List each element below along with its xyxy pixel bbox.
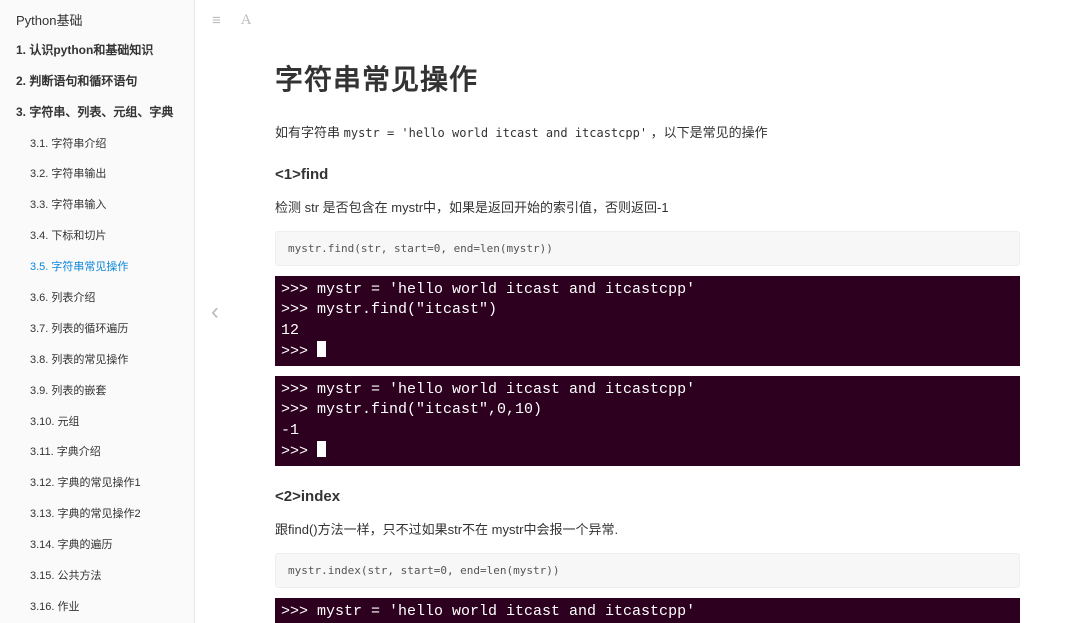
sidebar-section[interactable]: 3.10. 元组: [0, 407, 194, 438]
sidebar-chapter[interactable]: 3. 字符串、列表、元组、字典: [0, 97, 194, 128]
sidebar-section[interactable]: 3.1. 字符串介绍: [0, 129, 194, 160]
sidebar-section[interactable]: 3.5. 字符串常见操作: [0, 252, 194, 283]
gutter: ‹: [195, 0, 235, 623]
section-desc: 检测 str 是否包含在 mystr中，如果是返回开始的索引值，否则返回-1: [275, 197, 1020, 219]
intro-line: 如有字符串 mystr = 'hello world itcast and it…: [275, 122, 1020, 144]
sidebar-section[interactable]: 3.13. 字典的常见操作2: [0, 499, 194, 530]
syntax-block: mystr.index(str, start=0, end=len(mystr)…: [275, 553, 1020, 588]
syntax-block: mystr.find(str, start=0, end=len(mystr)): [275, 231, 1020, 266]
book-title: Python基础: [0, 0, 194, 35]
page-title: 字符串常见操作: [275, 58, 1020, 98]
terminal-output: >>> mystr = 'hello world itcast and itca…: [275, 376, 1020, 466]
sidebar-section[interactable]: 3.15. 公共方法: [0, 561, 194, 592]
main-content: 字符串常见操作 如有字符串 mystr = 'hello world itcas…: [235, 0, 1080, 623]
terminal-output: >>> mystr = 'hello world itcast and itca…: [275, 276, 1020, 366]
section-desc: 跟find()方法一样，只不过如果str不在 mystr中会报一个异常.: [275, 519, 1020, 541]
intro-pre: 如有字符串: [275, 125, 344, 140]
chevron-left-icon[interactable]: ‹: [211, 298, 219, 326]
sidebar-section[interactable]: 3.2. 字符串输出: [0, 159, 194, 190]
sidebar-section[interactable]: 3.16. 作业: [0, 592, 194, 623]
intro-post: ，以下是常见的操作: [647, 125, 768, 140]
sidebar-section[interactable]: 3.6. 列表介绍: [0, 283, 194, 314]
sidebar: Python基础 1. 认识python和基础知识2. 判断语句和循环语句3. …: [0, 0, 195, 623]
section-heading: <2>index: [275, 488, 1020, 505]
sidebar-section[interactable]: 3.9. 列表的嵌套: [0, 376, 194, 407]
sidebar-section[interactable]: 3.4. 下标和切片: [0, 221, 194, 252]
sidebar-section[interactable]: 3.7. 列表的循环遍历: [0, 314, 194, 345]
terminal-output: >>> mystr = 'hello world itcast and itca…: [275, 598, 1020, 623]
sidebar-section[interactable]: 3.8. 列表的常见操作: [0, 345, 194, 376]
sidebar-section[interactable]: 3.12. 字典的常见操作1: [0, 468, 194, 499]
sidebar-chapter[interactable]: 2. 判断语句和循环语句: [0, 66, 194, 97]
sidebar-section[interactable]: 3.3. 字符串输入: [0, 190, 194, 221]
cursor-icon: [317, 441, 326, 457]
sidebar-chapter[interactable]: 1. 认识python和基础知识: [0, 35, 194, 66]
intro-code: mystr = 'hello world itcast and itcastcp…: [344, 126, 647, 140]
sidebar-section[interactable]: 3.14. 字典的遍历: [0, 530, 194, 561]
cursor-icon: [317, 341, 326, 357]
section-heading: <1>find: [275, 166, 1020, 183]
sidebar-section[interactable]: 3.11. 字典介绍: [0, 437, 194, 468]
